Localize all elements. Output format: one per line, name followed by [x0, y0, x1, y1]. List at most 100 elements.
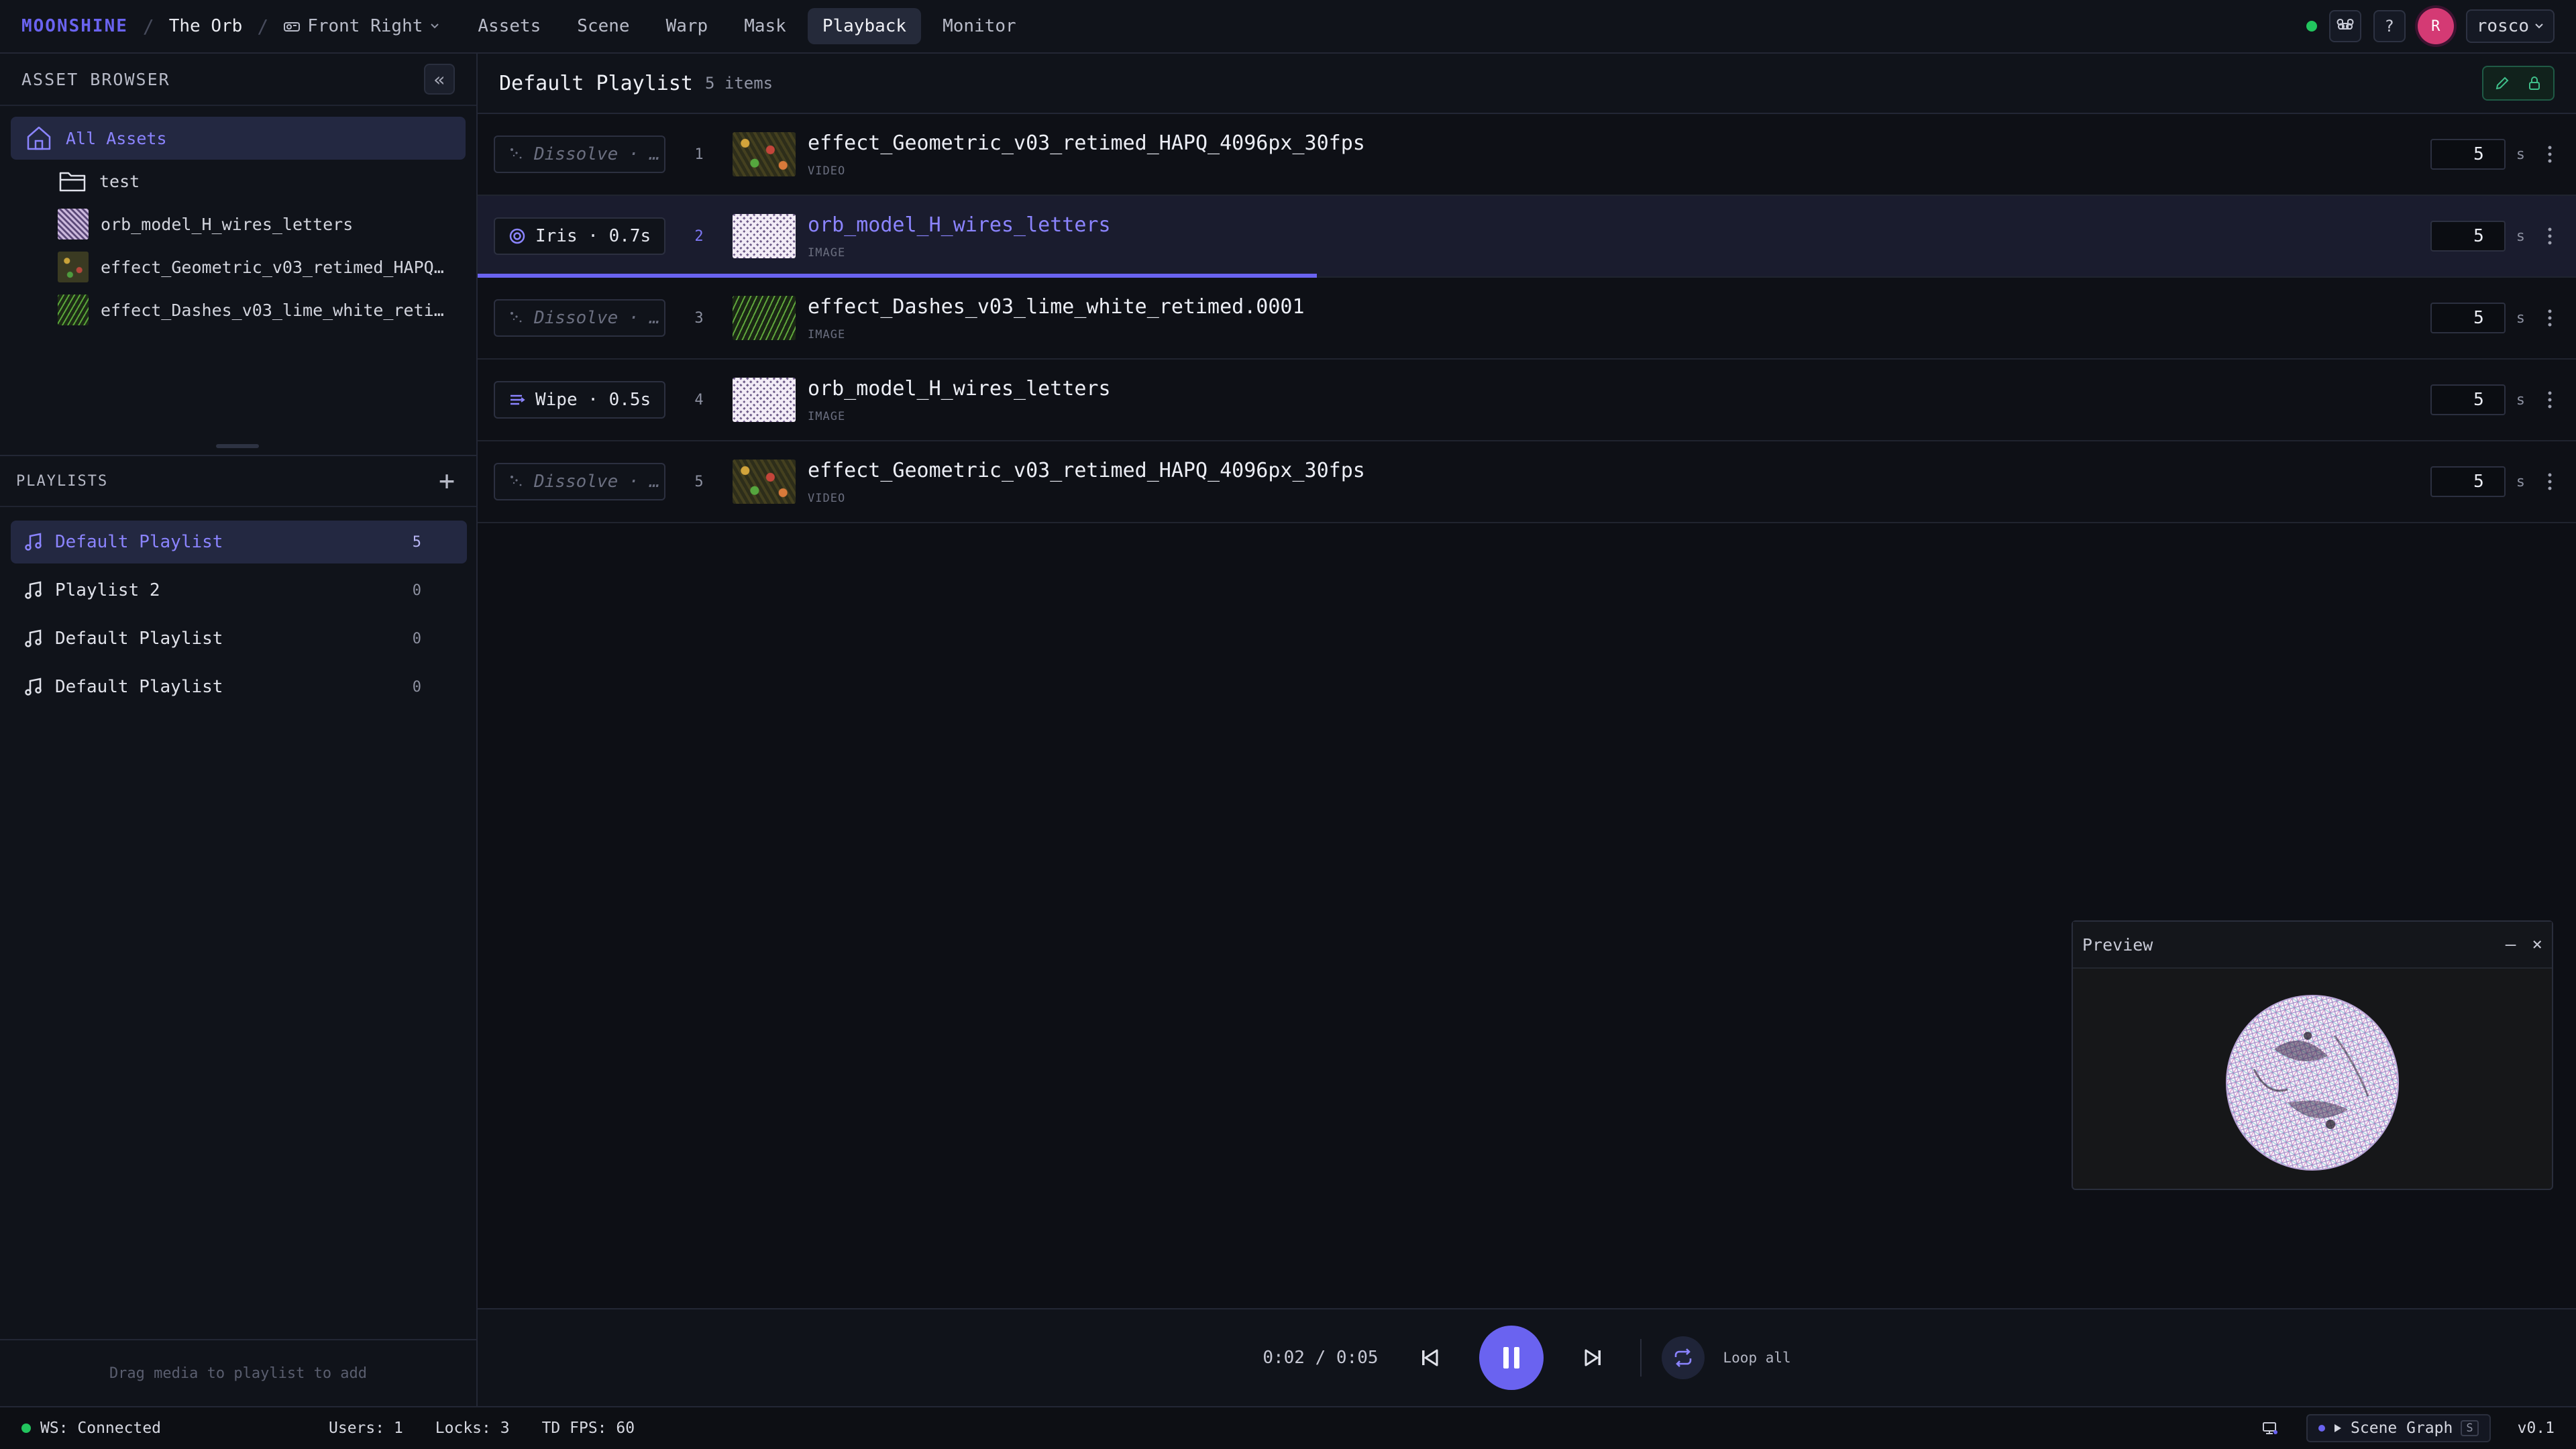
- scene-graph-button[interactable]: Scene Graph S: [2306, 1414, 2491, 1442]
- duration-input[interactable]: [2430, 466, 2506, 497]
- media-type: VIDEO: [808, 491, 846, 505]
- row-index: 2: [694, 227, 704, 245]
- lock-icon[interactable]: [2522, 71, 2546, 95]
- tab-scene[interactable]: Scene: [562, 8, 644, 44]
- pause-button[interactable]: [1479, 1326, 1544, 1390]
- project-name[interactable]: The Orb: [169, 16, 243, 36]
- panel-resize-handle[interactable]: [216, 444, 259, 448]
- asset-browser-header: ASSET BROWSER «: [0, 54, 476, 106]
- asset-item-label: orb_model_H_wires_letters: [101, 214, 354, 234]
- transition-button[interactable]: Dissolve · …: [494, 463, 665, 500]
- playlist-row[interactable]: Wipe · 0.5s 4 orb_model_H_wires_letters …: [478, 360, 2576, 441]
- transition-label: Iris · 0.7s: [535, 226, 651, 246]
- playlist-row[interactable]: Dissolve · … 5 effect_Geometric_v03_reti…: [478, 441, 2576, 523]
- playlists-header: PLAYLISTS +: [0, 455, 476, 507]
- more-options-icon[interactable]: [2540, 309, 2560, 327]
- pencil-icon[interactable]: [2490, 71, 2514, 95]
- status-dot-icon: [2318, 1425, 2326, 1432]
- skip-back-button[interactable]: [1409, 1338, 1450, 1378]
- tab-mask[interactable]: Mask: [729, 8, 801, 44]
- brand-logo[interactable]: MOONSHINE: [21, 16, 128, 36]
- media-type: IMAGE: [808, 246, 846, 260]
- duration-input[interactable]: [2430, 139, 2506, 170]
- tab-monitor[interactable]: Monitor: [928, 8, 1031, 44]
- monitor-icon[interactable]: [2261, 1419, 2279, 1438]
- home-icon: [24, 123, 54, 153]
- playlist-count: 0: [412, 630, 421, 647]
- duration-unit: s: [2516, 227, 2525, 245]
- music-note-icon: [23, 531, 44, 553]
- asset-item-effect-geometric[interactable]: effect_Geometric_v03_retimed_HAPQ_4096px…: [11, 246, 466, 288]
- asset-item-all-assets[interactable]: All Assets: [11, 117, 466, 160]
- loop-button[interactable]: [1661, 1336, 1705, 1379]
- duration-input[interactable]: [2430, 303, 2506, 333]
- asset-item-label: All Assets: [66, 128, 167, 148]
- edit-lock-group: [2482, 66, 2555, 101]
- playlist-item[interactable]: Default Playlist 5: [11, 521, 467, 564]
- loop-mode-label[interactable]: Loop all: [1723, 1350, 1791, 1366]
- pause-icon: [1503, 1347, 1519, 1368]
- chevron-down-icon: [429, 22, 440, 30]
- add-playlist-button[interactable]: +: [433, 466, 460, 496]
- more-options-icon[interactable]: [2540, 145, 2560, 164]
- asset-folder-test[interactable]: test: [11, 160, 466, 203]
- skip-forward-button[interactable]: [1573, 1338, 1613, 1378]
- user-menu[interactable]: rosco: [2465, 9, 2555, 43]
- more-options-icon[interactable]: [2540, 390, 2560, 409]
- playlist-row-current[interactable]: Iris · 0.7s 2 orb_model_H_wires_letters …: [478, 196, 2576, 278]
- tab-playback[interactable]: Playback: [807, 8, 922, 44]
- minimize-button[interactable]: –: [2506, 934, 2516, 955]
- video-thumbnail: [733, 132, 796, 176]
- playlist-item-count: 5 items: [704, 74, 773, 93]
- asset-item-effect-dashes[interactable]: effect_Dashes_v03_lime_white_retimed.000…: [11, 288, 466, 331]
- collapse-sidebar-button[interactable]: «: [424, 64, 455, 95]
- avatar[interactable]: R: [2417, 8, 2454, 44]
- row-text: orb_model_H_wires_letters IMAGE: [808, 377, 1111, 423]
- duration-unit: s: [2516, 391, 2525, 409]
- asset-item-orb-model[interactable]: orb_model_H_wires_letters: [11, 203, 466, 246]
- playlist-item[interactable]: Default Playlist 0: [11, 617, 467, 660]
- close-button[interactable]: ×: [2532, 934, 2542, 955]
- transition-button[interactable]: Iris · 0.7s: [494, 217, 665, 255]
- command-icon: [2337, 19, 2354, 30]
- preview-controls: – ×: [2506, 934, 2542, 955]
- ws-status: WS: Connected: [40, 1419, 162, 1437]
- tab-warp[interactable]: Warp: [651, 8, 723, 44]
- media-type: IMAGE: [808, 409, 846, 423]
- loop-icon: [1674, 1348, 1691, 1367]
- transition-button[interactable]: Dissolve · …: [494, 136, 665, 173]
- playlist-count: 0: [412, 582, 421, 599]
- dissolve-icon: [508, 474, 525, 490]
- scene-graph-label: Scene Graph: [2351, 1419, 2453, 1437]
- more-options-icon[interactable]: [2540, 472, 2560, 491]
- help-button[interactable]: ?: [2373, 10, 2406, 42]
- image-thumbnail: [733, 296, 796, 340]
- playlist-item[interactable]: Playlist 2 0: [11, 569, 467, 612]
- transition-button[interactable]: Dissolve · …: [494, 299, 665, 337]
- image-thumbnail: [733, 378, 796, 422]
- skip-forward-icon: [1585, 1349, 1601, 1366]
- shortcut-key: S: [2461, 1420, 2479, 1436]
- music-note-icon: [23, 628, 44, 649]
- view-selector[interactable]: Front Right: [283, 16, 440, 36]
- preview-panel[interactable]: Preview – ×: [2072, 920, 2553, 1190]
- tab-assets[interactable]: Assets: [463, 8, 555, 44]
- image-thumbnail: [58, 294, 89, 325]
- playlist-row[interactable]: Dissolve · … 3 effect_Dashes_v03_lime_wh…: [478, 278, 2576, 360]
- duration-input[interactable]: [2430, 384, 2506, 415]
- playlist-item[interactable]: Default Playlist 0: [11, 665, 467, 708]
- drop-hint: Drag media to playlist to add: [0, 1339, 476, 1406]
- shortcuts-button[interactable]: [2328, 10, 2361, 42]
- transition-button[interactable]: Wipe · 0.5s: [494, 381, 665, 419]
- td-fps: TD FPS: 60: [541, 1419, 635, 1437]
- media-type: VIDEO: [808, 164, 846, 178]
- playlist-row[interactable]: Dissolve · … 1 effect_Geometric_v03_reti…: [478, 114, 2576, 196]
- breadcrumb-separator: /: [257, 15, 269, 38]
- music-note-icon: [23, 580, 44, 601]
- duration-input[interactable]: [2430, 221, 2506, 252]
- view-selector-label: Front Right: [307, 16, 423, 36]
- playlist-header: Default Playlist 5 items: [478, 54, 2576, 114]
- playlists-title: PLAYLISTS: [16, 472, 109, 490]
- transition-label: Dissolve · …: [534, 144, 660, 164]
- more-options-icon[interactable]: [2540, 227, 2560, 246]
